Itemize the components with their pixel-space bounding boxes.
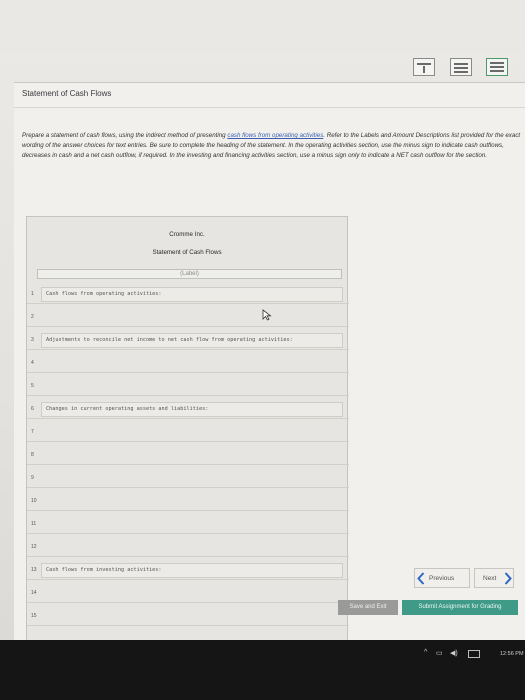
row-entry-field[interactable]: [41, 609, 343, 624]
mouse-pointer-icon: [262, 309, 272, 321]
row-number: 14: [31, 590, 37, 596]
row-number: 11: [31, 521, 37, 527]
instructions-part-1: Prepare a statement of cash flows, using…: [22, 132, 228, 139]
row-entry-field[interactable]: [41, 356, 343, 371]
worksheet-row: 3 Adjustments to reconcile net income to …: [27, 331, 349, 350]
cash-flow-worksheet: Cromme Inc. Statement of Cash Flows (Lab…: [26, 216, 349, 641]
worksheet-row: 14: [27, 584, 349, 603]
row-number: 8: [31, 452, 34, 458]
row-number: 6: [31, 406, 34, 412]
instructions-text: Prepare a statement of cash flows, using…: [22, 131, 522, 161]
row-number: 13: [31, 567, 37, 573]
row-entry-field[interactable]: [41, 448, 343, 463]
app-screen: Statement of Cash Flows Prepare a statem…: [0, 0, 525, 642]
row-label-field[interactable]: Cash flows from investing activities:: [41, 563, 343, 578]
row-label-field[interactable]: Cash flows from operating activities:: [41, 287, 343, 302]
view-layout-icon-2[interactable]: [450, 58, 472, 76]
taskbar: ^ ▭ ◀) 12:56 PM: [0, 640, 525, 700]
row-entry-field[interactable]: [41, 471, 343, 486]
row-entry-field[interactable]: [41, 586, 343, 601]
statement-panel: Statement of Cash Flows Prepare a statem…: [14, 82, 525, 642]
save-and-exit-button[interactable]: Save and Exit: [338, 600, 398, 615]
row-entry-field[interactable]: [41, 379, 343, 394]
network-icon[interactable]: ▭: [436, 649, 443, 657]
view-layout-icon-1[interactable]: [413, 58, 435, 76]
worksheet-row: 8: [27, 446, 349, 465]
row-entry-field[interactable]: [41, 517, 343, 532]
row-label-field[interactable]: Changes in current operating assets and …: [41, 402, 343, 417]
previous-label: Previous: [429, 575, 455, 582]
next-button[interactable]: Next: [474, 568, 514, 588]
row-number: 9: [31, 475, 34, 481]
row-label-field[interactable]: Adjustments to reconcile net income to n…: [41, 333, 343, 348]
row-number: 12: [31, 544, 37, 550]
worksheet-row: 4: [27, 354, 349, 373]
worksheet-row: 10: [27, 492, 349, 511]
worksheet-row: 9: [27, 469, 349, 488]
view-layout-icon-3[interactable]: [486, 58, 508, 76]
taskbar-clock: 12:56 PM: [500, 651, 524, 657]
title-divider: [14, 107, 525, 108]
worksheet-row: 12: [27, 538, 349, 557]
worksheet-row: 13 Cash flows from investing activities:: [27, 561, 349, 580]
row-entry-field[interactable]: [41, 310, 343, 325]
previous-button[interactable]: Previous: [414, 568, 470, 588]
row-number: 2: [31, 314, 34, 320]
next-label: Next: [483, 575, 497, 582]
company-name: Cromme Inc.: [169, 231, 205, 238]
top-bar: [0, 0, 525, 52]
submit-assignment-button[interactable]: Submit Assignment for Grading: [402, 600, 518, 615]
worksheet-row: 15: [27, 607, 349, 626]
chevron-up-icon[interactable]: ^: [424, 649, 427, 656]
row-number: 4: [31, 360, 34, 366]
row-number: 10: [31, 498, 37, 504]
volume-icon[interactable]: ◀): [450, 649, 458, 657]
chevron-left-icon: [417, 572, 425, 585]
row-number: 1: [31, 291, 34, 297]
row-entry-field[interactable]: [41, 425, 343, 440]
worksheet-row: 7: [27, 423, 349, 442]
worksheet-row: 1 Cash flows from operating activities:: [27, 285, 349, 304]
worksheet-row: 11: [27, 515, 349, 534]
keyboard-icon[interactable]: [468, 650, 480, 658]
row-number: 15: [31, 613, 37, 619]
row-number: 7: [31, 429, 34, 435]
statement-name: Statement of Cash Flows: [152, 249, 222, 256]
panel-title: Statement of Cash Flows: [22, 89, 112, 98]
operating-activities-link[interactable]: cash flows from operating activities: [227, 132, 323, 139]
label-select[interactable]: (Label): [37, 269, 342, 279]
row-entry-field[interactable]: [41, 494, 343, 509]
worksheet-row: 2: [27, 308, 349, 327]
worksheet-row: 5: [27, 377, 349, 396]
row-entry-field[interactable]: [41, 540, 343, 555]
row-number: 3: [31, 337, 34, 343]
chevron-right-icon: [504, 572, 512, 585]
row-number: 5: [31, 383, 34, 389]
worksheet-row: 6 Changes in current operating assets and…: [27, 400, 349, 419]
